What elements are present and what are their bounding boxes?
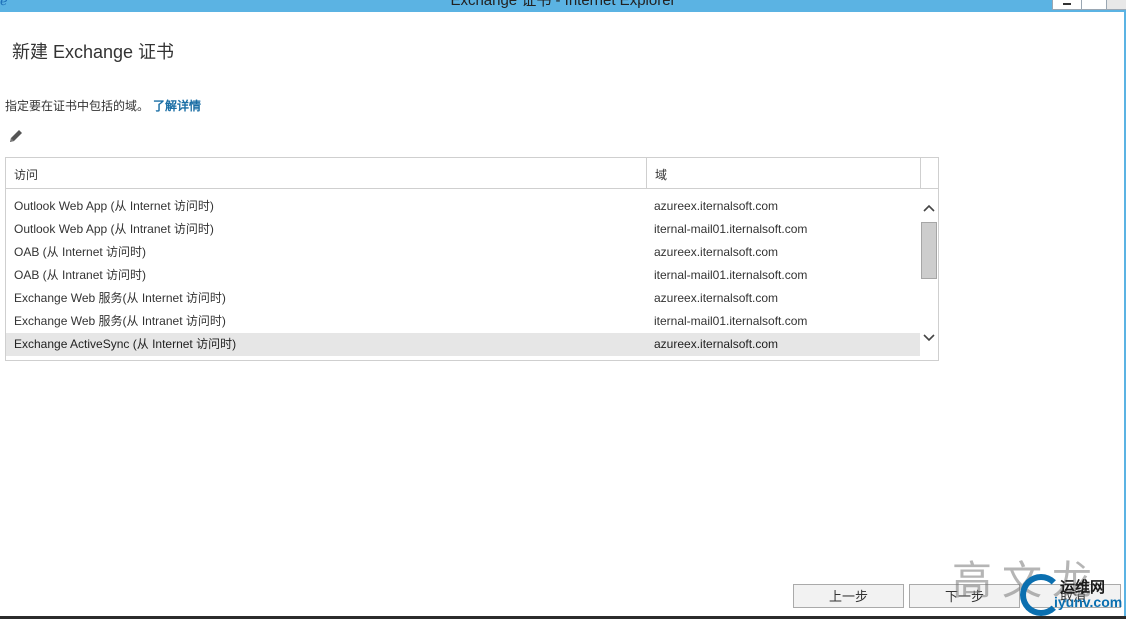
domain-cell: azureex.iternalsoft.com: [654, 291, 779, 305]
maximize-button[interactable]: [1081, 0, 1107, 10]
close-button[interactable]: [1106, 0, 1126, 10]
title-bar: ℯ Exchange 证书 - Internet Explorer: [0, 0, 1126, 12]
column-divider: [920, 158, 921, 188]
scroll-down-chevron-icon[interactable]: [922, 331, 936, 345]
domain-cell: iternal-mail01.iternalsoft.com: [654, 268, 808, 282]
page-title: 新建 Exchange 证书: [12, 42, 175, 62]
instruction-label: 指定要在证书中包括的域。: [5, 99, 150, 113]
access-cell: Exchange Web 服务(从 Internet 访问时): [14, 291, 226, 305]
back-button[interactable]: 上一步: [793, 584, 904, 608]
access-cell: Exchange Web 服务(从 Intranet 访问时): [14, 314, 226, 328]
access-cell: Outlook Web App (从 Internet 访问时): [14, 199, 214, 213]
domain-cell: azureex.iternalsoft.com: [654, 245, 779, 259]
table-row[interactable]: OAB (从 Intranet 访问时) iternal-mail01.iter…: [6, 264, 920, 287]
table-row[interactable]: Exchange Web 服务(从 Internet 访问时) azureex.…: [6, 287, 920, 310]
domain-cell: iternal-mail01.iternalsoft.com: [654, 314, 808, 328]
domain-cell: azureex.iternalsoft.com: [654, 199, 779, 213]
watermark-logo: 运维网 iyunv.com: [1020, 570, 1125, 618]
column-divider: [646, 158, 647, 188]
minimize-button[interactable]: [1052, 0, 1082, 10]
watermark-site-url: iyunv.com: [1054, 594, 1123, 610]
access-cell: OAB (从 Internet 访问时): [14, 245, 147, 259]
scroll-up-chevron-icon[interactable]: [922, 203, 936, 217]
grid-header: 访问 域: [6, 158, 938, 189]
domain-cell: azureex.iternalsoft.com: [654, 337, 779, 351]
table-row[interactable]: OAB (从 Internet 访问时) azureex.iternalsoft…: [6, 241, 920, 264]
access-cell: Outlook Web App (从 Intranet 访问时): [14, 222, 214, 236]
domain-grid: 访问 域 Outlook Web App (从 Internet 访问时) az…: [5, 157, 939, 361]
column-header-domain[interactable]: 域: [655, 166, 667, 183]
table-row[interactable]: Exchange Web 服务(从 Intranet 访问时) iternal-…: [6, 310, 920, 333]
column-header-access[interactable]: 访问: [14, 166, 38, 183]
instruction-text: 指定要在证书中包括的域。 了解详情: [5, 97, 201, 114]
edit-pencil-icon[interactable]: [7, 127, 25, 145]
window-title: Exchange 证书 - Internet Explorer: [450, 0, 676, 9]
table-row[interactable]: Outlook Web App (从 Intranet 访问时) iternal…: [6, 218, 920, 241]
table-row-selected[interactable]: Exchange ActiveSync (从 Internet 访问时) azu…: [6, 333, 920, 356]
access-cell: OAB (从 Intranet 访问时): [14, 268, 147, 282]
scrollbar-thumb[interactable]: [921, 222, 937, 279]
table-row[interactable]: Outlook Web App (从 Internet 访问时) azureex…: [6, 195, 920, 218]
access-cell: Exchange ActiveSync (从 Internet 访问时): [14, 337, 237, 351]
learn-more-link[interactable]: 了解详情: [153, 99, 201, 113]
domain-cell: iternal-mail01.iternalsoft.com: [654, 222, 808, 236]
